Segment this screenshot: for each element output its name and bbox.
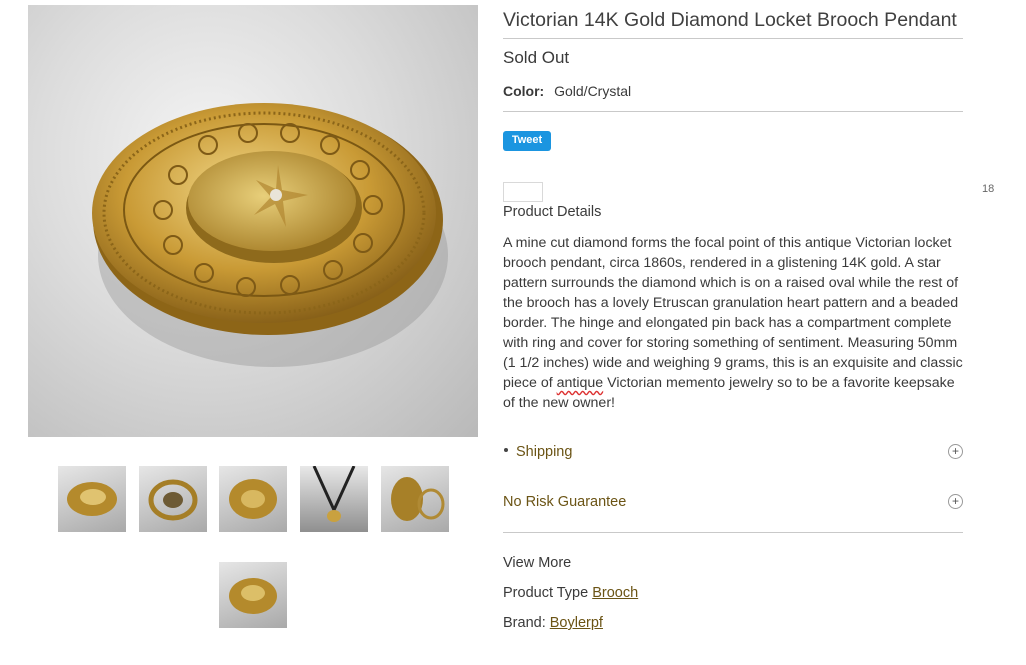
brand-row: Brand: Boylerpf (503, 615, 603, 631)
view-more-label: View More (503, 555, 572, 571)
bullet-icon (504, 448, 508, 453)
thumbnail-brooch-open[interactable] (139, 466, 207, 532)
thumbnail-brooch-front[interactable] (58, 466, 126, 532)
thumbnail-image (67, 482, 117, 516)
color-option: Color: Gold/Crystal (503, 83, 631, 99)
thumbnail-image (229, 578, 277, 614)
thumbnail-image (391, 477, 445, 521)
tweet-button[interactable]: Tweet (503, 131, 551, 151)
product-type-link[interactable]: Brooch (592, 585, 638, 601)
share-widget[interactable] (503, 182, 543, 202)
thumbnail-brooch-angle[interactable] (219, 466, 287, 532)
product-type-row: Product Type Brooch (503, 585, 638, 601)
thumbnail-image (312, 466, 356, 522)
description-text: A mine cut diamond forms the focal point… (503, 235, 963, 391)
main-product-image[interactable] (28, 5, 478, 437)
product-title: Victorian 14K Gold Diamond Locket Brooch… (503, 9, 963, 39)
product-description: A mine cut diamond forms the focal point… (503, 233, 967, 413)
thumbnail-image (229, 479, 277, 519)
thumbnail-image (148, 479, 198, 521)
thumbnail-brooch-side[interactable] (219, 562, 287, 628)
divider (503, 532, 963, 533)
description-spellcheck-word: antique (556, 375, 604, 391)
share-count: 18 (982, 183, 995, 195)
accordion-shipping-label[interactable]: Shipping (516, 444, 572, 460)
color-label: Color: (503, 83, 545, 99)
plus-circle-icon[interactable]: + (948, 444, 963, 459)
product-details-heading: Product Details (503, 204, 602, 220)
brand-label: Brand: (503, 615, 546, 631)
plus-circle-icon[interactable]: + (948, 494, 963, 509)
accordion-no-risk-guarantee[interactable]: No Risk Guarantee + (503, 491, 963, 513)
accordion-guarantee-label[interactable]: No Risk Guarantee (503, 494, 626, 510)
thumbnail-pendant-necklace[interactable] (300, 466, 368, 532)
thumbnail-brooch-back-ring[interactable] (381, 466, 449, 532)
brand-link[interactable]: Boylerpf (550, 615, 603, 631)
divider (503, 111, 963, 112)
accordion-shipping[interactable]: Shipping + (503, 441, 963, 463)
color-value: Gold/Crystal (554, 83, 632, 99)
stock-status: Sold Out (503, 48, 570, 67)
brooch-illustration (92, 103, 448, 367)
product-type-label: Product Type (503, 585, 589, 601)
